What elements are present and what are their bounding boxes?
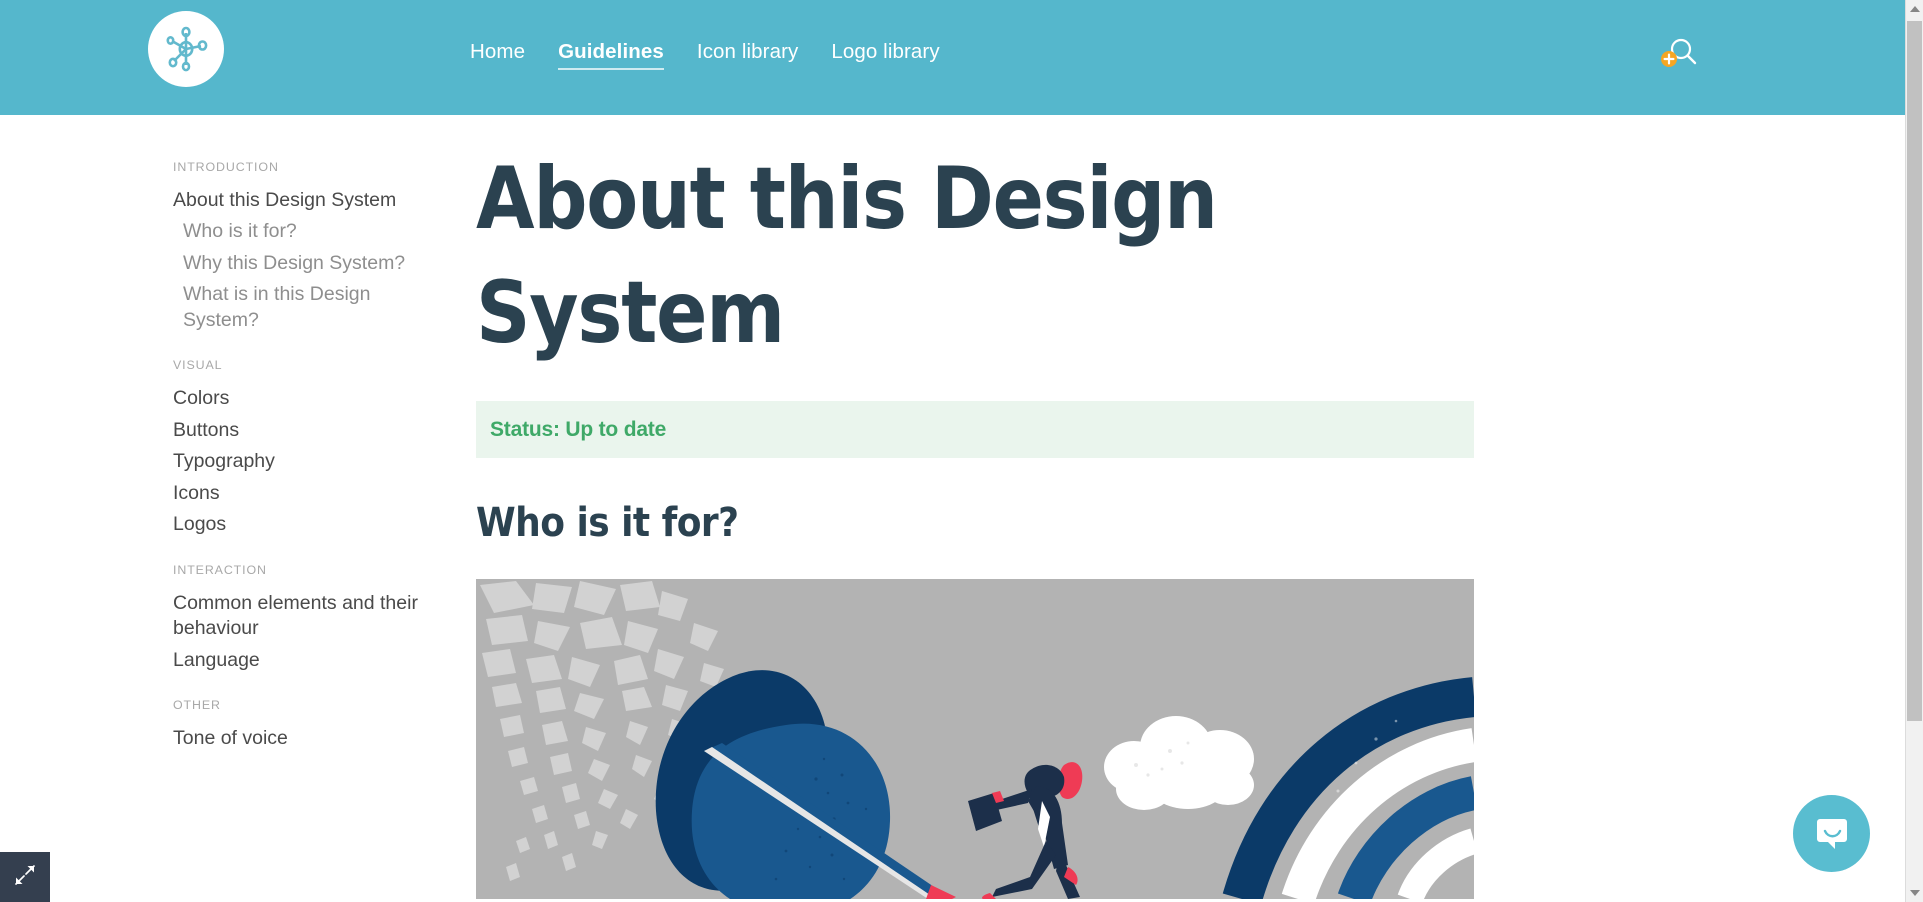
sidebar-group-introduction: INTRODUCTION About this Design System Wh… [0, 160, 460, 336]
sidebar-group-title: VISUAL [173, 358, 223, 373]
sidebar-group-visual: VISUAL Colors Buttons Typography Icons L… [0, 358, 460, 540]
vertical-scrollbar[interactable] [1905, 0, 1923, 902]
scroll-down-button[interactable] [1906, 884, 1923, 902]
search-plus-icon [1654, 32, 1700, 78]
search-button[interactable] [1654, 32, 1700, 78]
sidebar-item-buttons[interactable]: Buttons [0, 415, 460, 447]
sidebar-item-tone-of-voice[interactable]: Tone of voice [0, 723, 460, 755]
sidebar-item-common-elements-and-their-behaviour[interactable]: Common elements and their behaviour [0, 588, 460, 645]
sidebar-item-about-this-design-system[interactable]: About this Design System [0, 185, 460, 217]
collapse-arrows-icon [12, 862, 38, 893]
main-navigation: Home Guidelines Icon library Logo librar… [470, 41, 940, 70]
main-content: About this Design System Status: Up to d… [476, 115, 1474, 902]
abstract-runner-target-illustration [476, 579, 1474, 899]
nav-link-icon-library[interactable]: Icon library [697, 41, 798, 68]
scroll-up-button[interactable] [1906, 0, 1923, 18]
sidebar-item-why-this-design-system[interactable]: Why this Design System? [0, 248, 460, 280]
sidebar-group-other: OTHER Tone of voice [0, 698, 460, 754]
chat-bubble-smile-icon [1812, 811, 1852, 856]
nav-link-logo-library[interactable]: Logo library [831, 41, 939, 68]
status-badge: Status: Up to date [476, 401, 1474, 458]
section-title-who-is-it-for: Who is it for? [476, 500, 739, 546]
scroll-up-arrow-icon [1909, 6, 1920, 12]
page-title: About this Design System [476, 149, 1218, 363]
site-logo[interactable] [148, 11, 224, 87]
chat-launcher-button[interactable] [1793, 795, 1870, 872]
sidebar-item-logos[interactable]: Logos [0, 509, 460, 541]
sidebar-group-interaction: INTERACTION Common elements and their be… [0, 563, 460, 676]
sidebar-item-what-is-in-this-design-system[interactable]: What is in this Design System? [0, 279, 460, 336]
sidebar-item-who-is-it-for[interactable]: Who is it for? [0, 216, 460, 248]
network-hub-logo-icon [161, 24, 211, 74]
status-badge-label: Status: Up to date [490, 417, 667, 441]
sidebar-item-icons[interactable]: Icons [0, 478, 460, 510]
page-root: Home Guidelines Icon library Logo librar… [0, 0, 1923, 902]
sidebar-group-title: OTHER [173, 698, 221, 713]
scroll-down-arrow-icon [1909, 890, 1920, 896]
sidebar-group-title: INTRODUCTION [173, 160, 279, 174]
sidebar-item-language[interactable]: Language [0, 645, 460, 677]
sidebar-group-title: INTERACTION [173, 562, 267, 577]
scrollbar-thumb[interactable] [1907, 21, 1922, 721]
sidebar-navigation: INTRODUCTION About this Design System Wh… [0, 115, 460, 902]
sidebar-item-colors[interactable]: Colors [0, 383, 460, 415]
site-header: Home Guidelines Icon library Logo librar… [0, 0, 1905, 115]
sidebar-item-typography[interactable]: Typography [0, 446, 460, 478]
nav-link-home[interactable]: Home [470, 41, 525, 68]
collapse-panel-button[interactable] [0, 852, 50, 902]
nav-link-guidelines[interactable]: Guidelines [558, 41, 664, 70]
